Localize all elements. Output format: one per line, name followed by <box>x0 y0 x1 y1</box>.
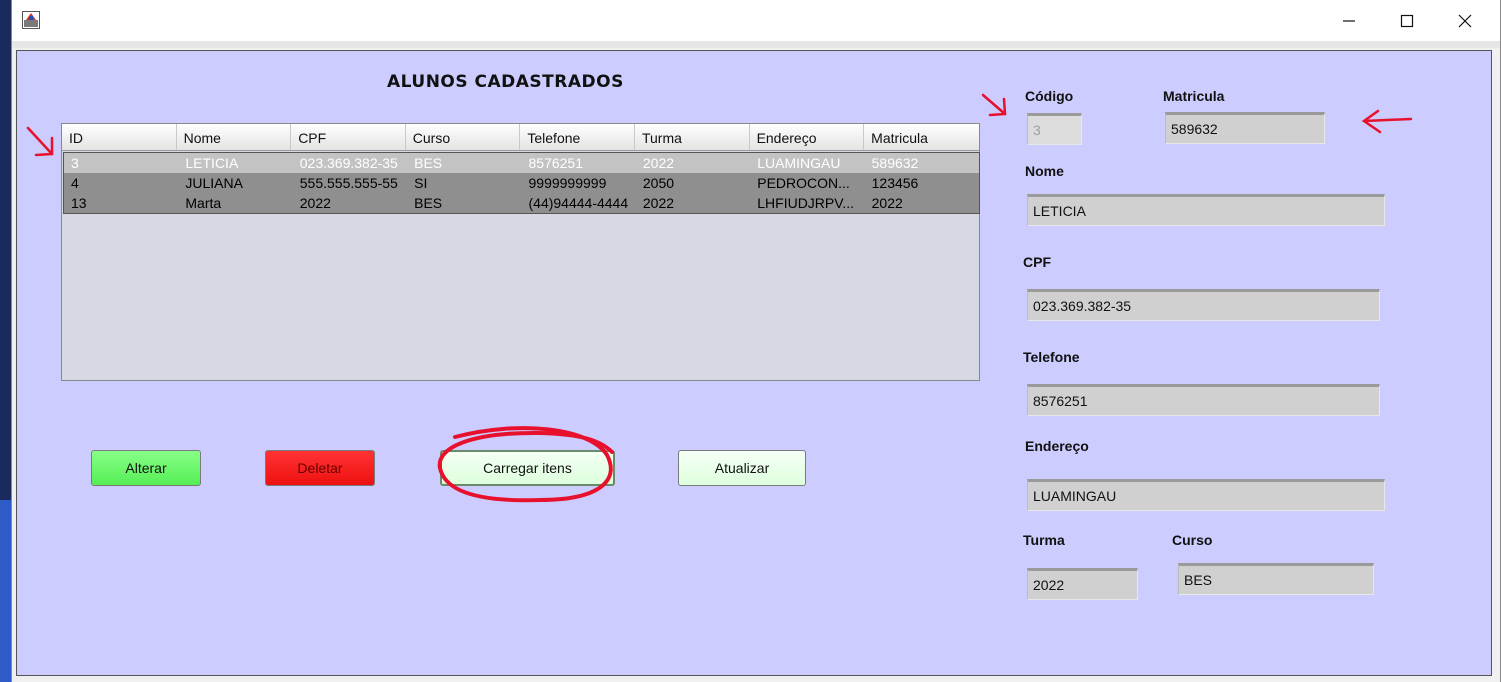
maximize-icon <box>1400 14 1414 27</box>
carregar-itens-button[interactable]: Carregar itens <box>440 450 615 486</box>
matricula-label: Matricula <box>1163 88 1225 104</box>
table-cell: LHFIUDJRPV... <box>757 195 854 211</box>
column-header-nome[interactable]: Nome <box>177 124 292 150</box>
alterar-button[interactable]: Alterar <box>91 450 201 486</box>
table-cell: 4 <box>71 175 79 191</box>
table-cell: 555.555.555-55 <box>299 175 398 191</box>
turma-label: Turma <box>1023 532 1065 548</box>
cpf-label: CPF <box>1023 254 1051 270</box>
table-cell: 2050 <box>642 175 675 191</box>
table-cell: 123456 <box>871 175 919 191</box>
nome-field[interactable]: LETICIA <box>1027 194 1385 226</box>
table-cell: Marta <box>185 195 222 211</box>
nome-label: Nome <box>1025 163 1064 179</box>
page-title: ALUNOS CADASTRADOS <box>387 72 624 92</box>
telefone-label: Telefone <box>1023 349 1080 365</box>
atualizar-button[interactable]: Atualizar <box>678 450 806 486</box>
endereco-field[interactable]: LUAMINGAU <box>1027 479 1385 511</box>
table-cell: 3 <box>71 155 79 171</box>
table-row-selected[interactable]: 3 LETICIA 023.369.382-35 BES 8576251 202… <box>64 153 979 173</box>
minimize-button[interactable] <box>1320 0 1378 41</box>
cpf-field[interactable]: 023.369.382-35 <box>1027 289 1380 321</box>
codigo-label: Código <box>1025 88 1074 104</box>
table-cell: 2022 <box>871 195 903 211</box>
table-cell: 13 <box>71 195 87 211</box>
table-cell: LETICIA <box>185 155 239 171</box>
maximize-button[interactable] <box>1378 0 1436 41</box>
column-header-endereco[interactable]: Endereço <box>750 124 865 150</box>
column-header-cpf[interactable]: CPF <box>291 124 406 150</box>
java-app-icon <box>22 11 40 29</box>
app-window: ALUNOS CADASTRADOS ID Nome CPF Curso Tel… <box>11 0 1501 682</box>
table-row[interactable]: 13 Marta 2022 BES (44)94444-4444 2022 LH… <box>64 193 979 213</box>
curso-field[interactable]: BES <box>1178 563 1374 595</box>
column-header-matricula[interactable]: Matricula <box>864 124 979 150</box>
minimize-icon <box>1343 19 1355 22</box>
table-cell: (44)94444-4444 <box>528 195 629 211</box>
table-cell: 8576251 <box>528 155 584 171</box>
table-cell: 589632 <box>871 155 919 171</box>
menu-strip <box>12 41 1500 48</box>
table-cell: 9999999999 <box>528 175 607 191</box>
table-row[interactable]: 4 JULIANA 555.555.555-55 SI 9999999999 2… <box>64 173 979 193</box>
table-body: 3 LETICIA 023.369.382-35 BES 8576251 202… <box>63 152 980 214</box>
table-cell: SI <box>414 175 428 191</box>
column-header-curso[interactable]: Curso <box>406 124 521 150</box>
telefone-field[interactable]: 8576251 <box>1027 384 1380 416</box>
main-panel: ALUNOS CADASTRADOS ID Nome CPF Curso Tel… <box>16 50 1492 676</box>
close-button[interactable] <box>1436 0 1494 41</box>
table-cell: JULIANA <box>185 175 243 191</box>
table-header: ID Nome CPF Curso Telefone Turma Endereç… <box>62 124 979 151</box>
table-cell: 023.369.382-35 <box>299 155 398 171</box>
table-cell: 2022 <box>642 155 675 171</box>
turma-field[interactable]: 2022 <box>1027 568 1138 600</box>
table-cell: BES <box>414 195 443 211</box>
table-cell: PEDROCON... <box>757 175 850 191</box>
curso-label: Curso <box>1172 532 1213 548</box>
matricula-field[interactable]: 589632 <box>1165 112 1325 144</box>
column-header-turma[interactable]: Turma <box>635 124 750 150</box>
deletar-button[interactable]: Deletar <box>265 450 375 486</box>
codigo-field[interactable]: 3 <box>1027 113 1082 145</box>
table-cell: BES <box>414 155 443 171</box>
title-bar[interactable] <box>12 0 1500 41</box>
table-cell: LUAMINGAU <box>757 155 841 171</box>
table-cell: 2022 <box>642 195 675 211</box>
table-cell: 2022 <box>299 195 331 211</box>
column-header-telefone[interactable]: Telefone <box>520 124 635 150</box>
students-table[interactable]: ID Nome CPF Curso Telefone Turma Endereç… <box>61 123 980 381</box>
close-icon <box>1458 14 1472 27</box>
column-header-id[interactable]: ID <box>62 124 177 150</box>
endereco-label: Endereço <box>1025 438 1089 454</box>
